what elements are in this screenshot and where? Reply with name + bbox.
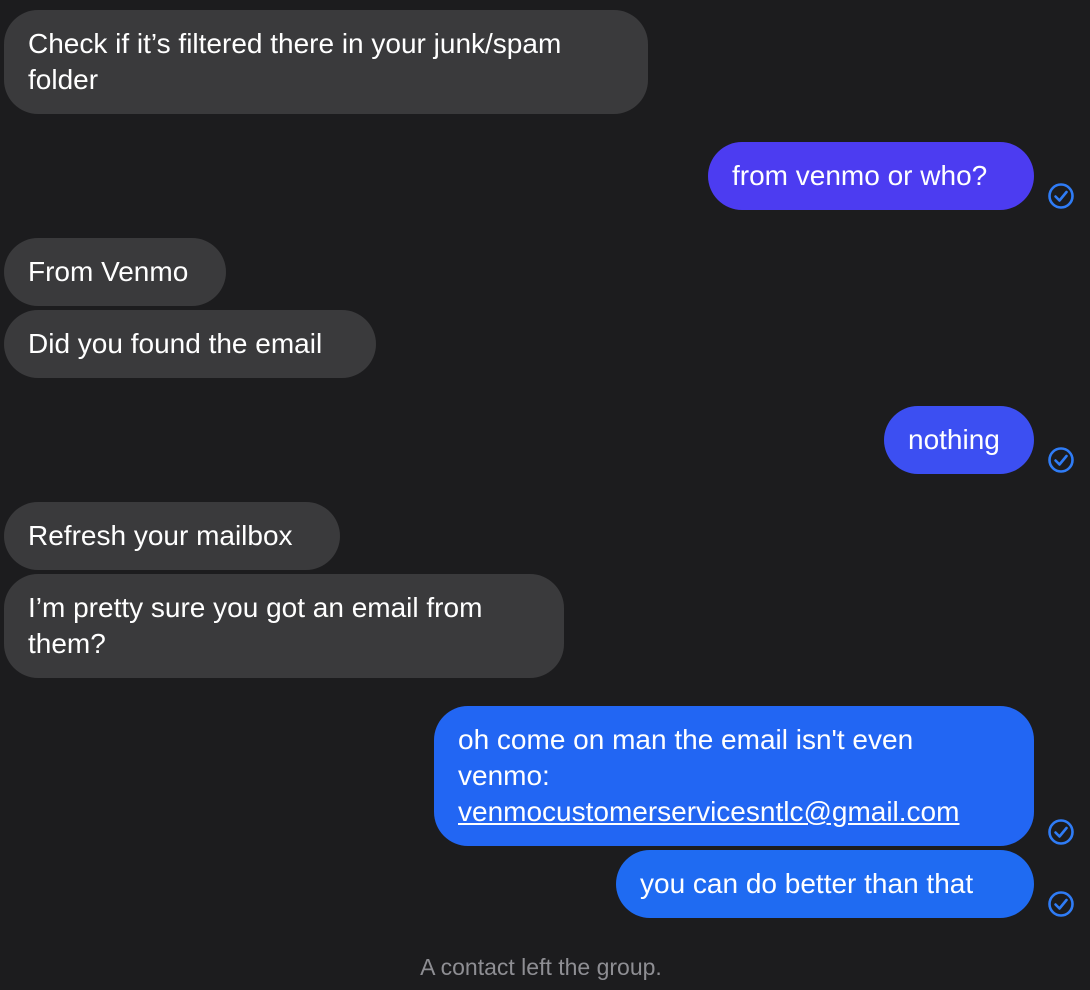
delivered-check-icon [1047,890,1075,918]
message-bubble-outgoing[interactable]: you can do better than that [616,850,1034,918]
message-bubble-incoming[interactable]: From Venmo [4,238,226,306]
conversation-view: Check if it’s filtered there in your jun… [0,0,1090,990]
message-text-line: Did you found the email [28,328,323,359]
delivered-check-icon [1047,182,1075,210]
message-bubble-incoming[interactable]: I’m pretty sure you got an email from th… [4,574,564,678]
message-bubble-outgoing[interactable]: from venmo or who? [708,142,1034,210]
message-bubble-incoming[interactable]: Did you found the email [4,310,376,378]
system-notice: A contact left the group. [420,954,662,980]
message-text-line: venmo: [458,760,550,791]
message-bubble-outgoing[interactable]: nothing [884,406,1034,474]
message-text-line: I’m pretty sure you got an email from [28,592,483,623]
message-text-line: folder [28,64,99,95]
delivered-check-icon [1047,446,1075,474]
message-bubble-incoming[interactable]: Refresh your mailbox [4,502,340,570]
message-text-line: From Venmo [28,256,189,287]
message-bubble-incoming[interactable]: Check if it’s filtered there in your jun… [4,10,648,114]
message-bubble-outgoing[interactable]: oh come on man the email isn't even venm… [434,706,1034,846]
message-text-line: you can do better than that [640,868,974,899]
email-link[interactable]: venmocustomerservicesntlc@gmail.com [458,794,1010,830]
message-text-line: oh come on man the email isn't even [458,724,914,755]
delivered-check-icon [1047,818,1075,846]
message-text-line: from venmo or who? [732,160,988,191]
message-text-line: Refresh your mailbox [28,520,293,551]
message-text-line: nothing [908,424,1000,455]
message-text-line: them? [28,628,106,659]
message-text-line: Check if it’s filtered there in your jun… [28,28,562,59]
